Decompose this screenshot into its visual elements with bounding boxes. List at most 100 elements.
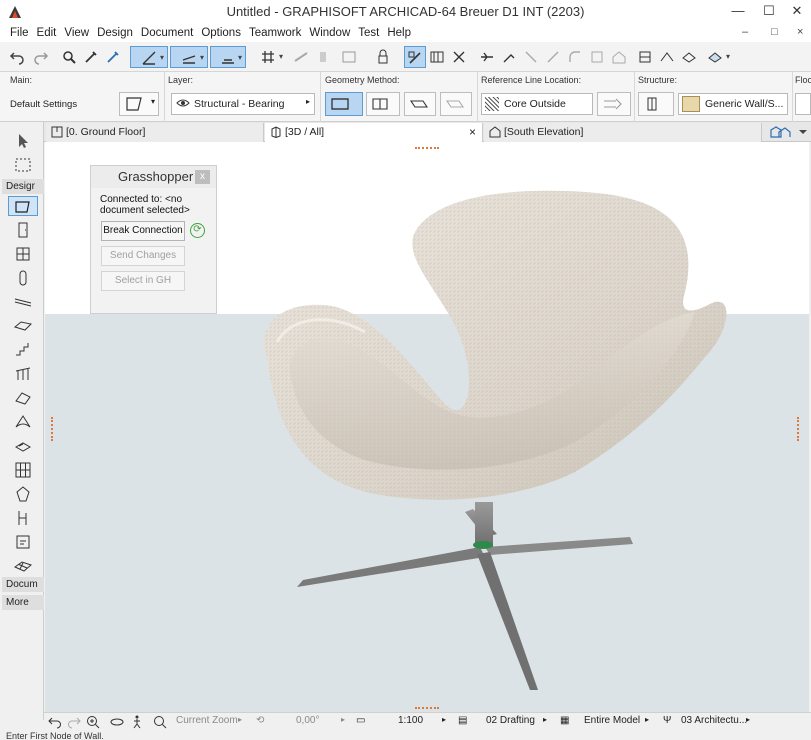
layer-icon[interactable] xyxy=(312,46,334,68)
mdi-close-button[interactable]: × xyxy=(797,26,803,38)
menu-view[interactable]: View xyxy=(60,24,93,42)
inject-parameters-icon[interactable] xyxy=(102,46,124,68)
marquee-tool-icon[interactable] xyxy=(8,155,38,175)
mesh-tool-icon[interactable] xyxy=(8,556,38,576)
tab-ground-floor[interactable]: [0. Ground Floor] xyxy=(46,123,264,142)
minimize-button[interactable]: — xyxy=(723,0,753,22)
snap-points-icon[interactable]: ▾ xyxy=(210,46,246,68)
close-window-button[interactable]: ✕ xyxy=(782,0,811,22)
mdi-minimize-button[interactable]: – xyxy=(742,26,748,38)
door-tool-icon[interactable] xyxy=(8,220,38,240)
connection-refresh-icon[interactable]: ⟳ xyxy=(190,223,205,238)
wall-tool-icon[interactable] xyxy=(8,196,38,216)
render-icon[interactable]: ▾ xyxy=(700,46,730,68)
snap-guides-icon[interactable]: ▾ xyxy=(170,46,208,68)
layer-select[interactable]: Structural - Bearing xyxy=(171,93,315,115)
rotate-angle-icon[interactable]: ⟲ xyxy=(256,715,264,726)
polygonal-wall-button[interactable] xyxy=(404,92,436,116)
3d-view-icon[interactable] xyxy=(678,46,700,68)
menu-teamwork[interactable]: Teamwork xyxy=(245,24,305,42)
roof-tool-icon[interactable] xyxy=(8,388,38,408)
fillet-icon[interactable] xyxy=(564,46,586,68)
send-changes-button[interactable]: Send Changes xyxy=(101,246,185,266)
zone-tool-icon[interactable] xyxy=(8,532,38,552)
skylight-tool-icon[interactable] xyxy=(8,436,38,456)
lock-icon[interactable] xyxy=(368,46,398,68)
document-section-header[interactable]: Docum xyxy=(2,577,44,592)
find-select-icon[interactable] xyxy=(58,46,80,68)
undo-view-icon[interactable] xyxy=(48,715,62,732)
layer-combination-field[interactable]: 02 Drafting xyxy=(486,715,535,726)
window-tool-icon[interactable] xyxy=(8,244,38,264)
menu-edit[interactable]: Edit xyxy=(33,24,61,42)
guide-line-tool-icon[interactable]: ▾ xyxy=(130,46,168,68)
angle-field[interactable]: 0,00° xyxy=(296,715,319,726)
suspend-groups-icon[interactable] xyxy=(404,46,426,68)
grid-snap-icon[interactable]: ▾ xyxy=(250,46,286,68)
section-icon[interactable] xyxy=(656,46,678,68)
walk-icon[interactable] xyxy=(130,715,144,732)
select-in-gh-button[interactable]: Select in GH xyxy=(101,271,185,291)
menu-file[interactable]: File xyxy=(6,24,33,42)
angle-chevron-icon[interactable]: ▸ xyxy=(341,715,345,724)
slab-tool-icon[interactable] xyxy=(8,316,38,336)
maximize-button[interactable]: ☐ xyxy=(754,0,784,22)
adjust-icon[interactable] xyxy=(498,46,520,68)
cross-icon[interactable] xyxy=(448,46,470,68)
structure-type-button[interactable] xyxy=(638,92,674,116)
layer-combination-chevron-icon[interactable]: ▸ xyxy=(543,715,547,724)
column-tool-icon[interactable] xyxy=(8,268,38,288)
design-section-header[interactable]: Desigr xyxy=(2,179,44,194)
trapezoid-wall-button[interactable] xyxy=(366,92,400,116)
model-view-chevron-icon[interactable]: ▸ xyxy=(645,715,649,724)
close-tab-icon[interactable]: × xyxy=(469,123,476,141)
railing-tool-icon[interactable] xyxy=(8,364,38,384)
grasshopper-close-button[interactable]: x xyxy=(195,170,210,184)
menu-window[interactable]: Window xyxy=(305,24,354,42)
3d-viewport[interactable]: Grasshopper x Connected to: <no document… xyxy=(45,142,809,712)
offset-icon[interactable] xyxy=(542,46,564,68)
curved-wall-button[interactable] xyxy=(440,92,472,116)
zoom-in-icon[interactable] xyxy=(86,715,100,732)
floor-select[interactable] xyxy=(795,93,811,115)
intersect-icon[interactable] xyxy=(520,46,542,68)
split-icon[interactable] xyxy=(476,46,498,68)
redo-view-icon[interactable] xyxy=(67,715,81,732)
zoom-chevron-icon[interactable]: ▸ xyxy=(238,715,242,724)
pen-set-field[interactable]: 03 Architectu... xyxy=(681,715,747,726)
scale-field[interactable]: 1:100 xyxy=(398,715,423,726)
curtain-wall-tool-icon[interactable] xyxy=(8,460,38,480)
orbit-icon[interactable] xyxy=(110,715,124,732)
model-view-field[interactable]: Entire Model xyxy=(584,715,640,726)
elevation-icon[interactable] xyxy=(634,46,656,68)
home-icon[interactable] xyxy=(608,46,630,68)
morph-tool-icon[interactable] xyxy=(8,484,38,504)
menu-options[interactable]: Options xyxy=(197,24,245,42)
shell-tool-icon[interactable] xyxy=(8,412,38,432)
menu-document[interactable]: Document xyxy=(137,24,197,42)
redo-icon[interactable] xyxy=(30,46,52,68)
object-tool-icon[interactable] xyxy=(8,508,38,528)
zoom-icon[interactable] xyxy=(153,715,167,732)
wall-settings-button[interactable]: ▾ xyxy=(119,92,159,116)
current-zoom-field[interactable]: Current Zoom xyxy=(176,715,238,726)
more-section-header[interactable]: More xyxy=(2,595,44,610)
break-connection-button[interactable]: Break Connection xyxy=(101,221,185,241)
straight-wall-button[interactable] xyxy=(325,92,363,116)
tab-3d-all[interactable]: [3D / All] × xyxy=(265,123,483,142)
sun-icon[interactable] xyxy=(290,46,312,68)
menu-help[interactable]: Help xyxy=(383,24,415,42)
tab-south-elevation[interactable]: [South Elevation] xyxy=(484,123,762,142)
mdi-restore-button[interactable]: □ xyxy=(771,26,778,38)
menu-design[interactable]: Design xyxy=(93,24,137,42)
stair-tool-icon[interactable] xyxy=(8,340,38,360)
resize-icon[interactable] xyxy=(586,46,608,68)
trace-icon[interactable] xyxy=(426,46,448,68)
menu-test[interactable]: Test xyxy=(354,24,383,42)
tab-navigator-icon[interactable] xyxy=(769,124,809,140)
pen-set-chevron-icon[interactable]: ▸ xyxy=(746,715,750,724)
pick-up-parameters-icon[interactable] xyxy=(80,46,102,68)
flip-reference-button[interactable] xyxy=(597,92,631,116)
beam-tool-icon[interactable] xyxy=(8,292,38,312)
scale-chevron-icon[interactable]: ▸ xyxy=(442,715,446,724)
